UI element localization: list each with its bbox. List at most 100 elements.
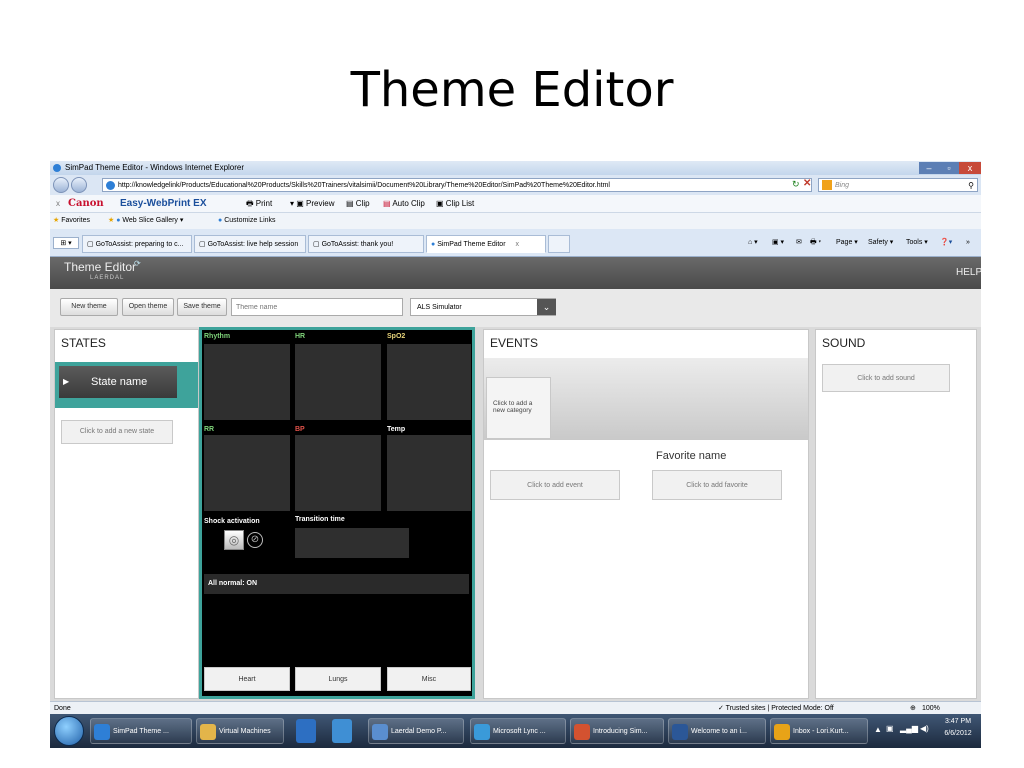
media-player-icon[interactable] (296, 719, 316, 743)
clip-list-button[interactable]: ▣ Clip List (436, 195, 474, 213)
favorites-label: Favorites (61, 217, 91, 224)
shock-disabled-icon[interactable]: ⊘ (247, 532, 263, 548)
show-hidden-icons[interactable]: ▲ (874, 725, 882, 734)
taskbar-item-virtual-machines[interactable]: Virtual Machines (196, 718, 284, 744)
quick-tabs-icon[interactable]: ⊞ ▾ (53, 237, 79, 249)
spo2-box[interactable] (387, 344, 471, 420)
forward-button[interactable] (71, 177, 87, 193)
taskbar-item-introducing[interactable]: Introducing Sim... (570, 718, 664, 744)
speaker-icon[interactable]: ◀) (920, 724, 929, 733)
caret-right-icon: ▶ (63, 377, 70, 386)
all-normal-bar[interactable]: All normal: ON (204, 574, 469, 594)
shock-enabled-icon[interactable]: ◎ (224, 530, 244, 550)
print-button[interactable]: 🖶 Print (246, 195, 272, 213)
search-icon[interactable]: ⚲ (968, 179, 974, 193)
taskbar-item-lync[interactable]: Microsoft Lync ... (470, 718, 566, 744)
refresh-icon[interactable]: ↻ (792, 179, 800, 190)
add-sound-button[interactable]: Click to add sound (822, 364, 950, 392)
theme-name-input[interactable] (231, 298, 403, 316)
maximize-button[interactable]: ▫ (939, 162, 959, 174)
close-window-button[interactable]: x (959, 162, 981, 174)
print-icon[interactable]: 🖶 ▾ (810, 229, 821, 257)
temp-label: Temp (387, 426, 406, 433)
window-title: SimPad Theme Editor - Windows Internet E… (65, 163, 245, 172)
add-event-button[interactable]: Click to add event (490, 470, 620, 500)
canon-toolbar: x Canon Easy-WebPrint EX 🖶 Print ▾ ▣ Pre… (50, 195, 981, 213)
signal-icon[interactable]: ▂▄▆ (900, 724, 918, 733)
taskbar-item-inbox[interactable]: Inbox - Lori.Kurt... (770, 718, 868, 744)
help-icon[interactable]: ❓▾ (940, 229, 952, 257)
clock-date[interactable]: 6/6/2012 (938, 730, 978, 737)
sound-panel: SOUND Click to add sound (815, 329, 977, 699)
simulator-select[interactable]: ALS Simulator ⌄ (410, 298, 556, 316)
auto-clip-label: Auto Clip (392, 199, 425, 208)
tools-menu[interactable]: Tools ▾ (906, 229, 928, 257)
tab-lungs[interactable]: Lungs (295, 667, 381, 691)
network-icon[interactable] (332, 719, 352, 743)
tab-gotoassist-preparing[interactable]: ▢ GoToAssist: preparing to c... (82, 235, 192, 253)
easy-webprint-label[interactable]: Easy-WebPrint EX (120, 195, 207, 213)
events-panel: EVENTS Click to add a new category Favor… (483, 329, 809, 699)
add-state-button[interactable]: Click to add a new state (61, 420, 173, 444)
taskbar-item-simpad[interactable]: SimPad Theme ... (90, 718, 192, 744)
stop-icon[interactable]: ✕ (803, 178, 811, 189)
preview-button[interactable]: ▾ ▣ Preview (290, 195, 334, 213)
favorites-button[interactable]: ★ Favorites (53, 213, 90, 229)
tab-simpad-theme-editor[interactable]: ● SimPad Theme Editor x (426, 235, 546, 253)
home-icon[interactable]: ⌂ ▾ (748, 229, 758, 257)
preview-icon: ▾ ▣ (290, 199, 307, 208)
clip-icon: ▤ (346, 199, 356, 208)
tab-close-button[interactable]: x (516, 241, 520, 248)
open-theme-button[interactable]: Open theme (122, 298, 174, 316)
chevron-right-icon[interactable]: » (966, 229, 970, 257)
mail-icon[interactable]: ✉ (796, 229, 802, 257)
start-button[interactable] (54, 716, 84, 746)
bp-box[interactable] (295, 435, 381, 511)
tab-heart[interactable]: Heart (204, 667, 290, 691)
taskbar-item-welcome[interactable]: Welcome to an i... (668, 718, 766, 744)
favorite-name-label: Favorite name (656, 450, 727, 462)
tray-device-icon[interactable]: ▣ (886, 724, 894, 733)
add-favorite-button[interactable]: Click to add favorite (652, 470, 782, 500)
page-icon (106, 180, 115, 190)
tab-gotoassist-thank-you[interactable]: ▢ GoToAssist: thank you! (308, 235, 424, 253)
state-item[interactable]: ▶ State name (59, 366, 177, 398)
hr-box[interactable] (295, 344, 381, 420)
safety-menu[interactable]: Safety ▾ (868, 229, 893, 257)
browser-screenshot: SimPad Theme Editor - Windows Internet E… (50, 161, 981, 748)
page-icon: ▢ (87, 241, 96, 248)
help-link[interactable]: HELP (956, 267, 981, 278)
rhythm-box[interactable] (204, 344, 290, 420)
clip-button[interactable]: ▤ Clip (346, 195, 370, 213)
taskbar-label: Laerdal Demo P... (391, 728, 447, 735)
minimize-button[interactable]: – (919, 162, 939, 174)
page-icon: ▢ (313, 241, 322, 248)
search-box[interactable]: Bing ⚲ (818, 178, 978, 192)
rr-box[interactable] (204, 435, 290, 511)
canon-close-button[interactable]: x (56, 195, 60, 213)
address-bar[interactable]: http://knowledgelink/Products/Educationa… (102, 178, 812, 192)
web-slice-gallery[interactable]: ★ ● Web Slice Gallery ▾ (108, 213, 183, 229)
tab-gotoassist-live-help[interactable]: ▢ GoToAssist: live help session (194, 235, 306, 253)
customize-links[interactable]: ● Customize Links (218, 213, 276, 229)
temp-box[interactable] (387, 435, 471, 511)
new-theme-button[interactable]: New theme (60, 298, 118, 316)
transition-time-box[interactable] (295, 528, 409, 558)
app-title: Theme Editor (64, 260, 137, 274)
back-button[interactable] (53, 177, 69, 193)
tab-misc[interactable]: Misc (387, 667, 471, 691)
taskbar-item-laerdal-demo[interactable]: Laerdal Demo P... (368, 718, 464, 744)
new-tab-button[interactable] (548, 235, 570, 253)
feeds-icon[interactable]: ▣ ▾ (772, 229, 784, 257)
taskbar-label: Introducing Sim... (593, 728, 648, 735)
add-category-button[interactable]: Click to add a new category (486, 377, 551, 439)
page-menu[interactable]: Page ▾ (836, 229, 858, 257)
bing-icon (822, 180, 832, 191)
taskbar-label: Microsoft Lync ... (493, 728, 546, 735)
web-slice-label: Web Slice Gallery ▾ (122, 217, 184, 224)
taskbar-label: Virtual Machines (219, 728, 271, 735)
auto-clip-button[interactable]: ▤ Auto Clip (383, 195, 425, 213)
save-theme-button[interactable]: Save theme (177, 298, 227, 316)
ie-logo-icon (53, 164, 61, 172)
clock-time[interactable]: 3:47 PM (940, 718, 976, 725)
